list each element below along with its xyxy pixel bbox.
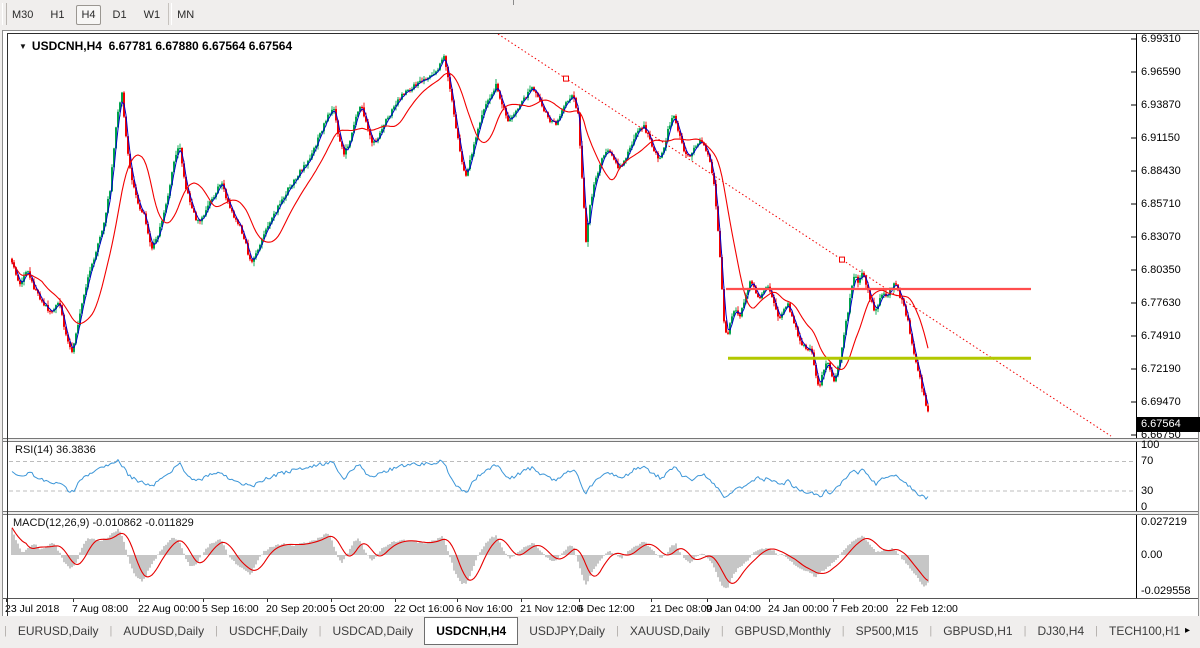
macd-axis-label: -0.029558: [1141, 584, 1191, 598]
price-axis-label: 6.69470: [1141, 395, 1181, 409]
timeframe-button-m30[interactable]: M30: [7, 5, 38, 25]
price-panel[interactable]: ▼ USDCNH,H4 6.67781 6.67880 6.67564 6.675…: [9, 34, 1137, 438]
toolbar-top-mark: [513, 0, 514, 5]
tab-eurusd-daily[interactable]: EURUSD,Daily: [7, 619, 110, 645]
mt4-terminal: M30 H1 H4 D1 W1 MN ▼ USDCNH,H4 6.67781 6.67880…: [0, 0, 1200, 648]
time-axis-tick: [267, 599, 268, 602]
time-axis-tick: [457, 599, 458, 602]
timeframe-button-d1[interactable]: D1: [108, 5, 132, 25]
price-axis-label: 6.83070: [1141, 230, 1181, 244]
rsi-axis-label: 70: [1141, 454, 1153, 468]
time-axis-label: 24 Jan 00:00: [768, 603, 829, 615]
panel-divider-rsi[interactable]: [3, 438, 1198, 442]
time-axis-tick: [521, 599, 522, 602]
time-axis-label: 20 Sep 20:00: [266, 603, 328, 615]
macd-label: MACD(12,26,9) -0.010862 -0.011829: [13, 517, 194, 529]
panel-divider-macd[interactable]: [3, 511, 1198, 515]
time-axis-label: 21 Dec 08:00: [650, 603, 712, 615]
time-axis-label: 5 Sep 16:00: [202, 603, 259, 615]
timeframe-button-h4[interactable]: H4: [76, 5, 100, 25]
price-axis-label: 6.96590: [1141, 65, 1181, 79]
time-axis-label: 6 Nov 16:00: [456, 603, 513, 615]
time-axis-label: 22 Feb 12:00: [896, 603, 958, 615]
time-axis-tick: [203, 599, 204, 602]
price-axis-label: 6.93870: [1141, 98, 1181, 112]
chart-header: ▼ USDCNH,H4 6.67781 6.67880 6.67564 6.675…: [19, 39, 292, 53]
trendline: [498, 34, 1111, 436]
price-axis-label: 6.85710: [1141, 197, 1181, 211]
tab-sp500-m15[interactable]: SP500,M15: [845, 619, 930, 645]
chart-tabs: |EURUSD,Daily|AUDUSD,Daily|USDCHF,Daily|…: [4, 619, 1191, 645]
toolbar-separator: [168, 3, 172, 25]
timeframe-button-w1[interactable]: W1: [139, 5, 166, 25]
time-axis-tick: [139, 599, 140, 602]
toolbar-grip[interactable]: [2, 3, 7, 25]
time-axis-tick: [331, 599, 332, 602]
tab-usdjpy-daily[interactable]: USDJPY,Daily: [518, 619, 616, 645]
rsi-axis-label: 30: [1141, 484, 1153, 498]
chart-window: ▼ USDCNH,H4 6.67781 6.67880 6.67564 6.675…: [2, 30, 1199, 617]
time-axis-tick: [651, 599, 652, 602]
tab-usdchf-daily[interactable]: USDCHF,Daily: [218, 619, 319, 645]
time-axis-label: 5 Oct 20:00: [330, 603, 384, 615]
rsi-line: [12, 460, 928, 500]
symbol-timeframe-label: USDCNH,H4: [32, 39, 102, 53]
chart-tabbar: |EURUSD,Daily|AUDUSD,Daily|USDCHF,Daily|…: [0, 616, 1200, 648]
time-axis-label: 22 Oct 16:00: [394, 603, 454, 615]
time-axis-label: 6 Dec 12:00: [578, 603, 635, 615]
ma-slow-line: [12, 73, 928, 369]
macd-panel[interactable]: MACD(12,26,9) -0.010862 -0.011829: [9, 515, 1137, 598]
tab-xauusd-daily[interactable]: XAUUSD,Daily: [619, 619, 721, 645]
time-axis-tick: [769, 599, 770, 602]
price-axis-label: 6.72190: [1141, 362, 1181, 376]
price-chart-canvas[interactable]: [9, 34, 1136, 438]
time-axis-label: 22 Aug 00:00: [138, 603, 200, 615]
rsi-panel[interactable]: RSI(14) 36.3836: [9, 442, 1137, 511]
tab-audusd-daily[interactable]: AUDUSD,Daily: [112, 619, 215, 645]
tab-usdcad-daily[interactable]: USDCAD,Daily: [322, 619, 425, 645]
price-axis-label: 6.99310: [1141, 32, 1181, 46]
time-axis-label: 23 Jul 2018: [5, 603, 59, 615]
trendline-marker: [564, 76, 569, 81]
tab-gbpusd-h1[interactable]: GBPUSD,H1: [932, 619, 1023, 645]
rsi-label: RSI(14) 36.3836: [15, 444, 96, 456]
time-axis-label: 9 Jan 04:00: [706, 603, 761, 615]
tab-gbpusd-monthly[interactable]: GBPUSD,Monthly: [724, 619, 842, 645]
ma-fast-line: [12, 60, 928, 404]
time-axis-tick: [579, 599, 580, 602]
tab-usdcnh-h4[interactable]: USDCNH,H4: [424, 617, 518, 645]
timeframe-toolbar: M30 H1 H4 D1 W1 MN: [0, 0, 1200, 30]
tab-scroll-right-icon[interactable]: ▸: [1185, 623, 1190, 639]
time-axis-tick: [707, 599, 708, 602]
rsi-axis-label: 100: [1141, 438, 1159, 452]
price-axis-label: 6.77630: [1141, 296, 1181, 310]
rsi-axis-label: 0: [1141, 500, 1147, 514]
tab-dj30-h4[interactable]: DJ30,H4: [1026, 619, 1095, 645]
time-axis-label: 7 Feb 20:00: [832, 603, 888, 615]
time-axis-label: 7 Aug 08:00: [72, 603, 128, 615]
macd-axis-label: 0.027219: [1141, 515, 1187, 529]
price-axis-label: 6.80350: [1141, 263, 1181, 277]
ohlc-values: 6.67781 6.67880 6.67564 6.67564: [109, 39, 293, 53]
current-price-badge: 6.67564: [1137, 417, 1200, 432]
time-axis-label: 21 Nov 12:00: [520, 603, 582, 615]
timeframe-button-mn[interactable]: MN: [172, 5, 199, 25]
time-axis: 23 Jul 2018 7 Aug 08:00 22 Aug 00:005 Sep …: [3, 598, 1198, 617]
time-axis-tick: [833, 599, 834, 602]
symbol-dropdown-icon[interactable]: ▼: [19, 42, 27, 51]
rsi-chart-canvas[interactable]: [9, 442, 1136, 511]
price-axis-label: 6.91150: [1141, 131, 1180, 145]
tab-scroll-left-icon[interactable]: ◂: [1168, 623, 1173, 639]
time-axis-tick: [6, 599, 7, 602]
tab-scroll-arrows: ◂ ▸: [1168, 623, 1190, 639]
macd-histogram: [12, 528, 928, 588]
macd-axis-label: 0.00: [1141, 548, 1162, 562]
timeframe-button-h1[interactable]: H1: [45, 5, 69, 25]
price-axis-label: 6.74910: [1141, 329, 1181, 343]
time-axis-tick: [897, 599, 898, 602]
time-axis-tick: [73, 599, 74, 602]
time-axis-tick: [395, 599, 396, 602]
trendline-marker: [840, 257, 845, 262]
price-axis-label: 6.88430: [1141, 164, 1181, 178]
